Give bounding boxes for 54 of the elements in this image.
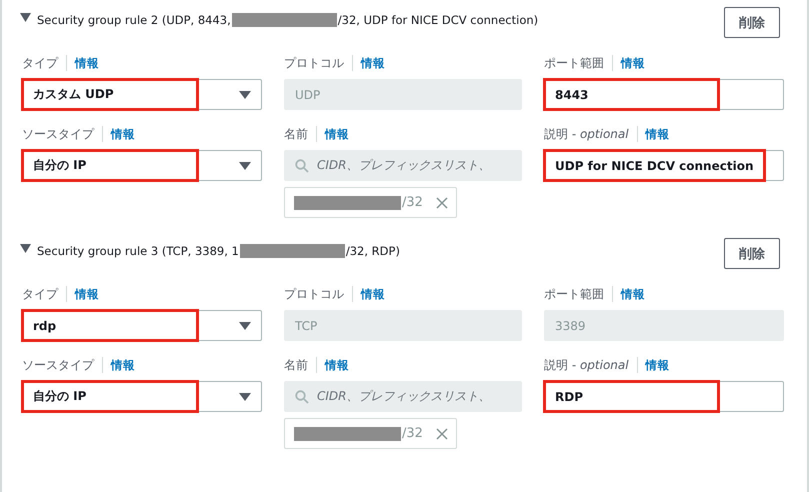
dropdown-caret-icon [239,322,251,330]
dropdown-caret-icon [239,162,251,170]
search-field[interactable]: CIDR、プレフィックスリスト、 [284,150,522,181]
protocol-field: UDP [284,79,522,110]
info-link[interactable]: 情報 [646,126,670,142]
field-label: タイプ [22,286,67,302]
caret-icon[interactable] [20,12,31,22]
select-field[interactable]: 自分の IP [22,381,262,412]
info-link[interactable]: 情報 [621,286,645,302]
rule-title: /32, RDP) [346,244,400,258]
field-label: ソースタイプ [22,126,103,142]
rule-title: Security group rule 3 (TCP, 3389, 1 [37,244,239,258]
info-link[interactable]: 情報 [75,286,99,302]
info-link[interactable]: 情報 [361,286,385,302]
info-link[interactable]: 情報 [111,358,135,372]
delete-button[interactable]: 削除 [724,7,780,38]
field-label: プロトコル [284,55,353,71]
field-label: ポート範囲 [544,55,613,71]
select-field[interactable]: rdp [22,310,262,341]
token-text: /32 [402,195,423,210]
info-link[interactable]: 情報 [646,358,670,372]
input-field[interactable]: 8443 [544,79,784,110]
field-label: 説明 - optional [544,357,638,373]
input-field[interactable]: RDP [544,381,784,412]
input-field[interactable]: UDP for NICE DCV connection [544,150,784,181]
dropdown-caret-icon [239,90,251,98]
info-link[interactable]: 情報 [361,56,385,70]
caret-icon[interactable] [20,244,31,252]
delete-button[interactable]: 削除 [724,238,780,269]
close-icon[interactable] [436,428,448,440]
token-text: /32 [402,426,423,441]
info-link[interactable]: 情報 [75,56,99,70]
field-label: プロトコル [284,286,353,302]
select-field[interactable]: 自分の IP [22,150,262,181]
protocol-field: TCP [284,310,522,341]
field-label: 名前 [284,126,317,142]
field-label: ソースタイプ [22,357,103,373]
dropdown-caret-icon [239,392,251,400]
rule-title: /32, UDP for NICE DCV connection) [338,13,538,27]
search-icon [295,158,309,172]
protocol-field: 3389 [544,310,784,341]
field-label: 名前 [284,357,317,373]
info-link[interactable]: 情報 [621,56,645,70]
info-link[interactable]: 情報 [325,126,349,142]
close-icon[interactable] [436,196,448,208]
info-link[interactable]: 情報 [111,126,135,142]
search-icon [295,390,309,404]
select-field[interactable]: カスタム UDP [22,79,262,110]
rule-title: Security group rule 2 (UDP, 8443, [37,13,231,27]
field-label: 説明 - optional [544,126,638,142]
info-link[interactable]: 情報 [325,358,349,372]
field-label: タイプ [22,55,67,71]
search-field[interactable]: CIDR、プレフィックスリスト、 [284,381,522,412]
field-label: ポート範囲 [544,286,613,302]
